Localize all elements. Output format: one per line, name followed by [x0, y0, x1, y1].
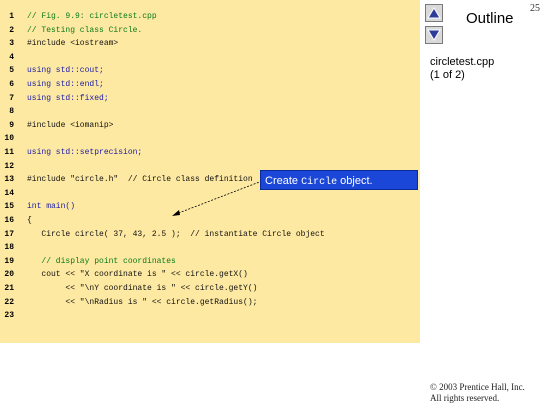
line-number: 4	[9, 52, 14, 62]
triangle-down-icon	[427, 29, 441, 41]
line-number: 18	[4, 243, 14, 253]
page-of: (1 of 2)	[430, 69, 465, 81]
line-number: 15	[4, 202, 14, 212]
code-line: 18	[0, 241, 420, 254]
file-name: circletest.cpp	[430, 56, 495, 68]
code-line: 10	[0, 132, 420, 145]
line-code: using std::cout;	[27, 66, 104, 76]
line-code: // Testing class Circle.	[27, 25, 143, 35]
previous-slide-button[interactable]	[425, 4, 443, 22]
create-circle-callout: Create Circle object.	[260, 170, 418, 190]
line-number: 2	[9, 25, 14, 35]
code-line: 22 << "\nRadius is " << circle.getRadius…	[0, 296, 420, 309]
line-number: 5	[9, 66, 14, 76]
code-line: 20 cout << "X coordinate is " << circle.…	[0, 268, 420, 281]
line-number: 14	[4, 188, 14, 198]
line-code: #include <iomanip>	[27, 120, 114, 130]
line-code: Circle circle( 37, 43, 2.5 ); // instant…	[27, 229, 325, 239]
triangle-up-icon	[427, 7, 441, 19]
copyright-line-2: All rights reserved.	[430, 393, 500, 403]
line-number: 11	[4, 148, 14, 157]
line-number: 16	[4, 216, 14, 225]
line-code: int main()	[27, 202, 76, 212]
line-number: 21	[4, 284, 14, 293]
code-line: 4	[0, 51, 420, 64]
line-code: << "\nRadius is " << circle.getRadius();	[27, 297, 258, 307]
line-number: 13	[4, 175, 14, 185]
line-code: #include "circle.h" // Circle class defi…	[27, 175, 253, 185]
outline-title[interactable]: Outline	[466, 10, 514, 27]
code-line: 1 // Fig. 9.9: circletest.cpp	[0, 10, 420, 23]
line-code: {	[27, 216, 32, 225]
code-line: 23	[0, 309, 420, 322]
callout-class-name: Circle	[301, 177, 338, 188]
code-line: 15 int main()	[0, 200, 420, 213]
line-code: #include <iostream>	[27, 39, 119, 49]
line-number: 12	[4, 161, 14, 171]
line-number: 17	[4, 229, 14, 239]
line-code: using std::fixed;	[27, 93, 109, 103]
line-number: 6	[9, 80, 14, 89]
code-line: 5 using std::cout;	[0, 64, 420, 77]
code-line: 2 // Testing class Circle.	[0, 24, 420, 37]
code-line: 3 #include <iostream>	[0, 37, 420, 50]
line-number: 23	[4, 311, 14, 321]
line-number: 20	[4, 270, 14, 280]
code-line: 7 using std::fixed;	[0, 92, 420, 105]
code-line: 17 Circle circle( 37, 43, 2.5 ); // inst…	[0, 228, 420, 241]
code-line: 9 #include <iomanip>	[0, 119, 420, 132]
callout-suffix: object.	[337, 175, 373, 187]
line-number: 1	[9, 12, 14, 21]
line-code: // Fig. 9.9: circletest.cpp	[27, 12, 157, 21]
next-slide-button[interactable]	[425, 26, 443, 44]
file-info: circletest.cpp (1 of 2)	[430, 56, 494, 82]
callout-prefix: Create	[265, 175, 302, 187]
code-line: 8	[0, 105, 420, 118]
line-code: << "\nY coordinate is " << circle.getY()	[27, 284, 258, 293]
code-line: 16 {	[0, 214, 420, 227]
line-number: 8	[9, 107, 14, 117]
page-number: 25	[530, 3, 540, 14]
code-line: 19 // display point coordinates	[0, 255, 420, 268]
copyright-notice: © 2003 Prentice Hall, Inc. All rights re…	[430, 382, 525, 404]
code-line: 21 << "\nY coordinate is " << circle.get…	[0, 282, 420, 295]
line-number: 7	[9, 93, 14, 103]
line-number: 9	[9, 120, 14, 130]
code-line: 6 using std::endl;	[0, 78, 420, 91]
line-number: 3	[9, 39, 14, 49]
code-line: 11 using std::setprecision;	[0, 146, 420, 159]
line-code: cout << "X coordinate is " << circle.get…	[27, 270, 248, 280]
line-number: 10	[4, 134, 14, 144]
line-code: using std::setprecision;	[27, 148, 143, 157]
line-number: 22	[4, 297, 14, 307]
copyright-line-1: © 2003 Prentice Hall, Inc.	[430, 382, 525, 392]
line-code: // display point coordinates	[27, 256, 176, 266]
line-code: using std::endl;	[27, 80, 104, 89]
line-number: 19	[4, 256, 14, 266]
